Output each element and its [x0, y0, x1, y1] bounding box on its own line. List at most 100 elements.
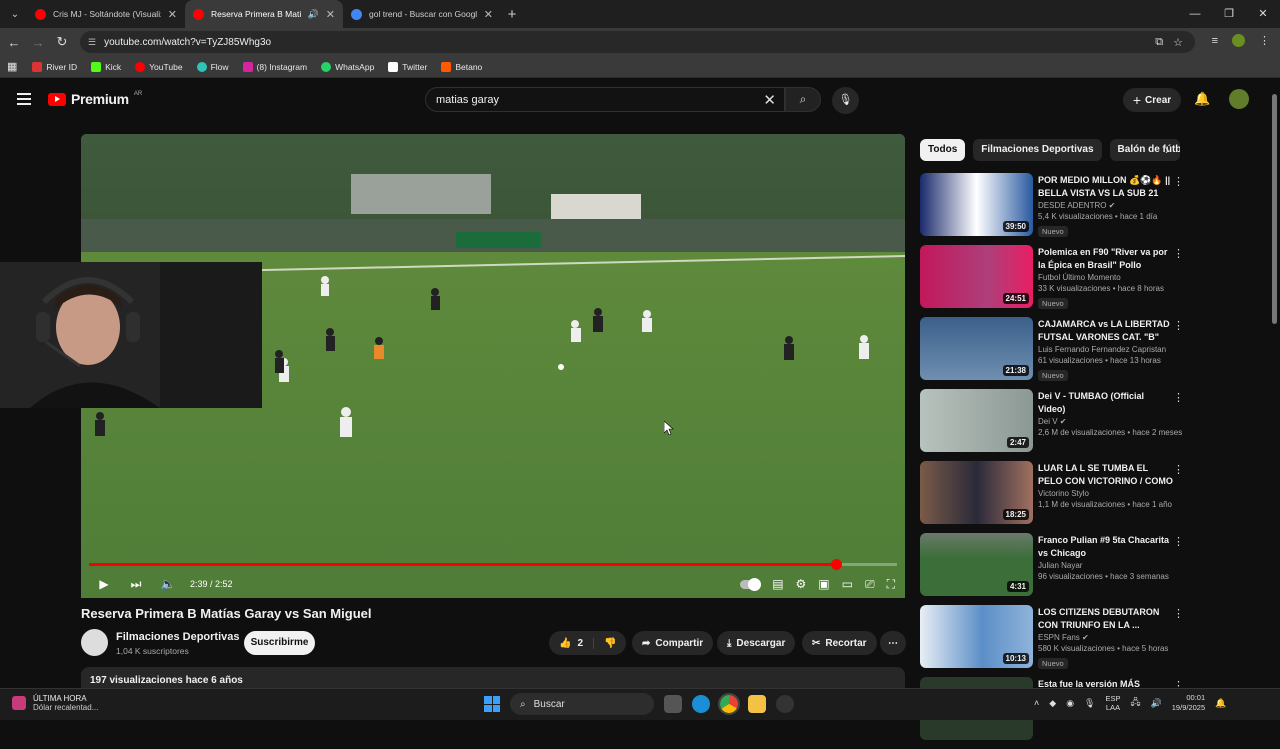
more-vertical-icon[interactable]: ⋮ — [1173, 463, 1184, 476]
play-icon[interactable]: ▶ — [88, 577, 120, 591]
bookmark-kick[interactable]: Kick — [84, 61, 128, 72]
close-tab-icon[interactable]: ✕ — [326, 8, 335, 21]
menu-icon[interactable] — [17, 93, 31, 108]
rec-channel[interactable]: Julian Nayar — [1038, 561, 1173, 570]
rec-channel[interactable]: ESPN Fans ✔ — [1038, 633, 1173, 642]
rec-channel[interactable]: Futbol Último Momento — [1038, 273, 1173, 282]
rec-channel[interactable]: Victorino Stylo — [1038, 489, 1173, 498]
user-avatar[interactable] — [1229, 89, 1249, 109]
notifications-bell-icon[interactable]: 🔔 — [1194, 91, 1210, 107]
browser-tab-0[interactable]: Cris MJ - Soltándote (Visualizer) ✕ — [27, 0, 185, 28]
speaker-icon[interactable]: 🔊 — [1151, 698, 1162, 709]
chrome-icon[interactable] — [718, 693, 740, 715]
rec-title[interactable]: CAJAMARCA vs LA LIBERTAD FUTSAL VARONES … — [1038, 318, 1173, 343]
bookmark-flow[interactable]: Flow — [190, 61, 236, 72]
rec-title[interactable]: Polemica en F90 "River va por la Épica e… — [1038, 246, 1173, 271]
bookmark-instagram[interactable]: (8) Instagram — [236, 61, 315, 72]
minimize-icon[interactable]: — — [1178, 0, 1212, 28]
chrome-menu-icon[interactable]: ⋮ — [1259, 34, 1270, 47]
tab-search-button[interactable]: ⌄ — [3, 3, 27, 25]
seek-handle[interactable] — [830, 559, 842, 570]
clear-search-icon[interactable]: ✕ — [763, 91, 776, 109]
browser-tab-2[interactable]: gol trend - Buscar con Google ✕ — [343, 0, 501, 28]
recommendation-item[interactable]: 10:13 LOS CITIZENS DEBUTARON CON TRIUNFO… — [920, 605, 1190, 674]
next-icon[interactable]: ⏭ — [120, 577, 152, 592]
voice-search-button[interactable]: 🎙 — [832, 87, 859, 114]
task-view-icon[interactable] — [664, 695, 682, 713]
rec-title[interactable]: LOS CITIZENS DEBUTARON CON TRIUNFO EN LA… — [1038, 606, 1173, 631]
rec-title[interactable]: LUAR LA L SE TUMBA EL PELO CON VICTORINO… — [1038, 462, 1173, 487]
channel-name[interactable]: Filmaciones Deportivas — [116, 631, 240, 643]
download-button[interactable]: ⤓ Descargar — [717, 631, 796, 655]
language-indicator[interactable]: ESP LAA — [1105, 694, 1120, 712]
chip-filmaciones[interactable]: Filmaciones Deportivas — [973, 139, 1102, 161]
network-icon[interactable]: 🖧 — [1131, 695, 1141, 711]
thumbnail[interactable]: 4:31 — [920, 533, 1033, 596]
seek-bar[interactable] — [89, 559, 897, 570]
bookmark-twitter[interactable]: Twitter — [381, 61, 434, 72]
restore-icon[interactable]: ❐ — [1212, 0, 1246, 28]
theater-mode-icon[interactable]: ▭ — [842, 577, 853, 591]
clock[interactable]: 00:01 19/9/2025 — [1172, 693, 1205, 713]
create-button[interactable]: + Crear — [1123, 88, 1181, 112]
rec-title[interactable]: Dei V - TUMBAO (Official Video) — [1038, 390, 1173, 415]
file-explorer-icon[interactable] — [748, 695, 766, 713]
settings-gear-icon[interactable]: ⚙ — [796, 577, 807, 591]
recommendation-item[interactable]: 2:47 Dei V - TUMBAO (Official Video) Dei … — [920, 389, 1190, 458]
share-button[interactable]: ➦ Compartir — [632, 631, 714, 655]
rec-title[interactable]: POR MEDIO MILLON 💰⚽🔥 || BELLA VISTA VS L… — [1038, 174, 1173, 199]
rec-channel[interactable]: DESDE ADENTRO ✔ — [1038, 201, 1173, 210]
rec-channel[interactable]: Luis Fernando Fernandez Capristan — [1038, 345, 1173, 354]
miniplayer-icon[interactable]: ▣ — [818, 577, 829, 591]
browser-tab-1[interactable]: Reserva Primera B Matías Garay vs San Mi… — [185, 0, 343, 28]
recommendation-item[interactable]: 21:38 CAJAMARCA vs LA LIBERTAD FUTSAL VA… — [920, 317, 1190, 386]
tray-app-icon[interactable]: ◆ — [1049, 698, 1056, 709]
bookmark-betano[interactable]: Betano — [434, 61, 489, 72]
chip-todos[interactable]: Todos — [920, 139, 966, 161]
chevron-right-icon[interactable]: › — [1165, 142, 1169, 157]
rec-title[interactable]: Franco Pulian #9 5ta Chacarita vs Chicag… — [1038, 534, 1173, 559]
news-widget[interactable]: ÚLTIMA HORA Dólar recalentad... — [12, 694, 98, 712]
mic-tray-icon[interactable]: 🎙 — [1084, 698, 1095, 709]
install-app-icon[interactable]: ⧉ — [1155, 36, 1163, 49]
more-vertical-icon[interactable]: ⋮ — [1173, 247, 1184, 260]
reload-icon[interactable]: ↻ — [50, 34, 74, 50]
cast-icon[interactable]: ⎚ — [865, 577, 875, 592]
forward-icon[interactable]: → — [26, 35, 50, 50]
more-vertical-icon[interactable]: ⋮ — [1173, 319, 1184, 332]
thumbnail[interactable]: 24:51 — [920, 245, 1033, 308]
subscribe-button[interactable]: Suscribirme — [244, 631, 315, 655]
bookmark-star-icon[interactable]: ☆ — [1173, 36, 1183, 49]
thumbnail[interactable]: 10:13 — [920, 605, 1033, 668]
subtitles-icon[interactable]: ▤ — [772, 577, 783, 591]
edge-icon[interactable] — [692, 695, 710, 713]
taskbar-search[interactable]: ⌕ Buscar — [510, 693, 654, 715]
close-window-icon[interactable]: ✕ — [1246, 0, 1280, 28]
chevron-up-icon[interactable]: ˄ — [1034, 698, 1039, 708]
media-control-icon[interactable]: ≡ — [1212, 35, 1218, 47]
clip-button[interactable]: ✂ Recortar — [802, 631, 877, 655]
more-vertical-icon[interactable]: ⋮ — [1173, 607, 1184, 620]
new-tab-button[interactable]: + — [501, 6, 523, 23]
channel-avatar[interactable] — [81, 629, 108, 656]
recommendation-item[interactable]: 24:51 Polemica en F90 "River va por la É… — [920, 245, 1190, 314]
close-tab-icon[interactable]: ✕ — [484, 8, 493, 21]
profile-avatar[interactable] — [1232, 34, 1245, 47]
more-actions-button[interactable]: ⋯ — [880, 631, 906, 655]
thumbnail[interactable]: 21:38 — [920, 317, 1033, 380]
thumbnail[interactable]: 2:47 — [920, 389, 1033, 452]
windows-start-icon[interactable] — [484, 696, 500, 712]
back-icon[interactable]: ← — [2, 35, 26, 50]
more-vertical-icon[interactable]: ⋮ — [1173, 391, 1184, 404]
volume-icon[interactable]: 🔈 — [152, 577, 184, 591]
more-vertical-icon[interactable]: ⋮ — [1173, 535, 1184, 548]
bookmark-youtube[interactable]: YouTube — [128, 61, 189, 72]
app-icon[interactable] — [776, 695, 794, 713]
scrollbar-thumb[interactable] — [1272, 94, 1277, 324]
like-button[interactable]: 👍 2 — [559, 637, 595, 649]
bookmark-whatsapp[interactable]: WhatsApp — [314, 61, 381, 72]
recommendation-item[interactable]: 18:25 LUAR LA L SE TUMBA EL PELO CON VIC… — [920, 461, 1190, 530]
search-button[interactable]: ⌕ — [785, 87, 821, 112]
site-info-icon[interactable]: ☰ — [88, 37, 96, 48]
notifications-icon[interactable]: 🔔 — [1215, 698, 1226, 709]
